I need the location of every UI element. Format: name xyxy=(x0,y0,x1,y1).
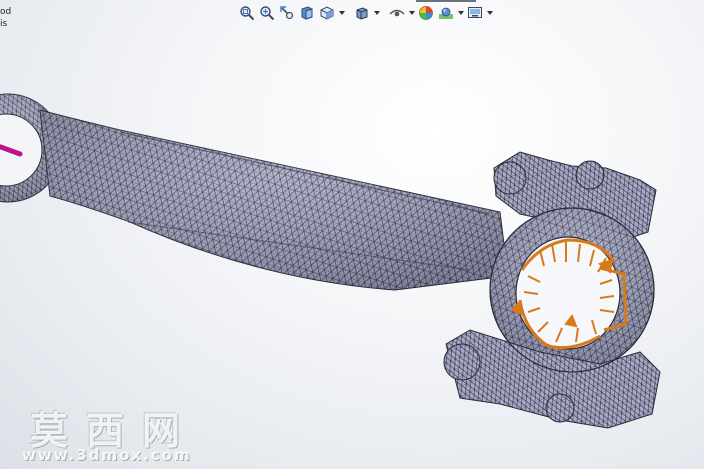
previous-view-icon[interactable] xyxy=(278,4,296,22)
graphics-area[interactable]: od is 莫西网 www.3dmox.com xyxy=(0,0,704,469)
chevron-down-icon[interactable] xyxy=(338,4,345,22)
view-settings-icon[interactable] xyxy=(466,4,484,22)
view-orientation-icon[interactable] xyxy=(318,4,336,22)
section-view-icon[interactable] xyxy=(298,4,316,22)
heads-up-view-toolbar xyxy=(238,2,493,24)
hide-show-items-icon[interactable] xyxy=(388,4,406,22)
chevron-down-icon[interactable] xyxy=(373,4,380,22)
tree-item-analysis[interactable]: is xyxy=(0,18,11,30)
display-style-icon[interactable] xyxy=(353,4,371,22)
tree-item-part[interactable]: od xyxy=(0,6,11,18)
zoom-to-area-icon[interactable] xyxy=(258,4,276,22)
watermark-url: www.3dmox.com xyxy=(22,446,192,464)
chevron-down-icon[interactable] xyxy=(408,4,415,22)
connecting-rod-mesh[interactable] xyxy=(0,0,704,469)
big-end xyxy=(443,151,661,429)
apply-scene-icon[interactable] xyxy=(437,4,455,22)
chevron-down-icon[interactable] xyxy=(457,4,464,22)
feature-tree-fragment[interactable]: od is xyxy=(0,6,11,30)
edit-appearance-icon[interactable] xyxy=(417,4,435,22)
chevron-down-icon[interactable] xyxy=(486,4,493,22)
shank xyxy=(39,109,509,291)
zoom-to-fit-icon[interactable] xyxy=(238,4,256,22)
